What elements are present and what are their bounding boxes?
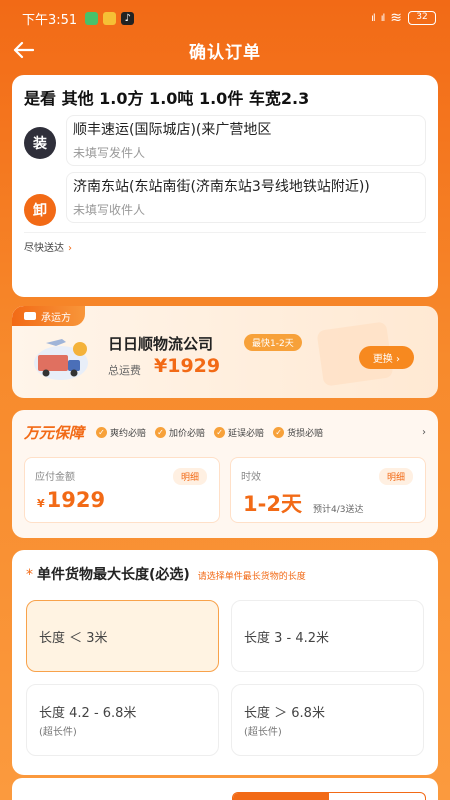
length-title-text: 单件货物最大长度(必选) (37, 567, 190, 583)
length-option-over-6.8m[interactable]: 长度 ＞ 6.8米 (超长件) (231, 684, 424, 756)
load-address: 顺丰速运(国际城店)(来广营地区 (73, 122, 272, 138)
fastest-badge: 最快1-2天 (244, 334, 302, 351)
timeliness-value: 1-2天 (243, 492, 302, 516)
load-row: 装 顺丰速运(国际城店)(来广营地区 未填写发件人 (24, 115, 426, 166)
tiktok-notification-icon: ♪ (121, 11, 135, 25)
stat-row: 应付金额 明细 ¥1929 时效 明细 1-2天 预计4/3送达 (24, 457, 426, 523)
chevron-right-icon: › (68, 243, 72, 254)
unload-badge: 卸 (24, 194, 56, 226)
guarantee-item: ✓ 货损必赔 (273, 426, 323, 439)
length-title: * 单件货物最大长度(必选) 请选择单件最长货物的长度 (26, 564, 424, 584)
length-card: * 单件货物最大长度(必选) 请选择单件最长货物的长度 长度 ＜ 3米 长度 3… (12, 550, 438, 775)
app-notification-icon (85, 11, 99, 25)
change-carrier-label: 更换 (372, 354, 393, 365)
check-icon: ✓ (96, 427, 108, 438)
guarantee-item: ✓ 爽约必赔 (96, 426, 146, 439)
timeliness-detail-button[interactable]: 明细 (378, 468, 413, 485)
load-badge: 装 (24, 127, 56, 159)
nav-bar: 确认订单 (0, 36, 450, 64)
chevron-right-icon: › (396, 354, 400, 365)
guarantee-title: 万元保障 (24, 424, 85, 442)
payable-value: ¥1929 (37, 488, 105, 512)
signal-icon-2: ıl (380, 12, 385, 24)
check-icon: ✓ (273, 427, 285, 438)
freight-label: 总运费 (108, 364, 141, 377)
payable-amount: 1929 (46, 488, 106, 512)
length-hint: 请选择单件最长货物的长度 (197, 572, 306, 582)
signal-icon: ıl (371, 12, 375, 24)
guarantee-header[interactable]: 万元保障 ✓ 爽约必赔 ✓ 加价必赔 ✓ 延误必赔 ✓ 货损必赔 › (24, 422, 426, 443)
carrier-name: 日日顺物流公司 (108, 335, 214, 353)
carrier-tag-label: 承运方 (41, 312, 71, 324)
bottom-segment-control[interactable] (232, 792, 426, 800)
delivery-time-selector[interactable]: 尽快送达 › (24, 232, 426, 254)
page-title: 确认订单 (189, 42, 261, 63)
length-option-4.2-6.8m[interactable]: 长度 4.2 - 6.8米 (超长件) (26, 684, 219, 756)
check-icon: ✓ (214, 427, 226, 438)
length-option-label: 长度 4.2 - 6.8米 (39, 706, 137, 721)
guarantee-item-label: 加价必赔 (169, 429, 206, 439)
unload-address-box[interactable]: 济南东站(东站南街(济南东站3号线地铁站附近)) 未填写收件人 (66, 172, 426, 223)
guarantee-item: ✓ 加价必赔 (155, 426, 205, 439)
status-bar: 下午3:51 ♪ ıl ıl ≋ 32 (0, 0, 450, 36)
length-option-label: 长度 ＜ 3米 (39, 630, 108, 646)
logistics-illustration-icon (34, 339, 88, 380)
length-option-sub: (超长件) (39, 727, 77, 738)
message-notification-icon (103, 11, 117, 25)
route-card: 是看 其他 1.0方 1.0吨 1.0件 车宽2.3 装 顺丰速运(国际城店)(… (12, 75, 438, 297)
back-arrow-svg (13, 41, 34, 59)
delivery-time-label: 尽快送达 (24, 243, 64, 254)
freight-value: ¥1929 (154, 355, 221, 377)
length-options: 长度 ＜ 3米 长度 3 - 4.2米 长度 4.2 - 6.8米 (超长件) … (26, 600, 424, 756)
payable-amount-box: 应付金额 明细 ¥1929 (24, 457, 220, 523)
guarantee-item: ✓ 延误必赔 (214, 426, 264, 439)
check-icon: ✓ (155, 427, 167, 438)
carrier-tag: 承运方 (12, 306, 85, 326)
truck-icon (24, 312, 36, 320)
length-option-sub: (超长件) (244, 727, 282, 738)
guarantee-card: 万元保障 ✓ 爽约必赔 ✓ 加价必赔 ✓ 延误必赔 ✓ 货损必赔 › 应付金额 明细 ¥… (12, 410, 438, 538)
unload-contact: 未填写收件人 (73, 203, 146, 217)
currency-symbol: ¥ (37, 497, 45, 510)
bottom-card (12, 778, 438, 800)
unload-row: 卸 济南东站(东站南街(济南东站3号线地铁站附近)) 未填写收件人 (24, 172, 426, 226)
guarantee-item-label: 延误必赔 (228, 429, 265, 439)
guarantee-item-label: 货损必赔 (287, 429, 324, 439)
length-option-under-3m[interactable]: 长度 ＜ 3米 (26, 600, 219, 672)
carrier-card: 承运方 日日顺物流公司 最快1-2天 总运费 ¥1929 更换 › (12, 306, 438, 398)
segment-right[interactable] (329, 793, 425, 800)
back-arrow-icon[interactable] (10, 36, 36, 64)
guarantee-item-label: 爽约必赔 (110, 429, 147, 439)
estimated-arrival: 预计4/3送达 (313, 505, 364, 515)
payable-detail-button[interactable]: 明细 (172, 468, 207, 485)
chevron-right-icon[interactable]: › (422, 427, 426, 438)
wifi-icon: ≋ (390, 10, 402, 26)
cargo-summary[interactable]: 是看 其他 1.0方 1.0吨 1.0件 车宽2.3 (24, 85, 426, 109)
load-contact: 未填写发件人 (73, 146, 146, 160)
battery-icon: 32 (408, 11, 436, 25)
required-mark: * (26, 567, 33, 583)
status-time: 下午3:51 (22, 12, 78, 28)
unload-address: 济南东站(东站南街(济南东站3号线地铁站附近)) (73, 179, 370, 195)
length-option-3-4.2m[interactable]: 长度 3 - 4.2米 (231, 600, 424, 672)
change-carrier-button[interactable]: 更换 › (358, 346, 414, 369)
load-address-box[interactable]: 顺丰速运(国际城店)(来广营地区 未填写发件人 (66, 115, 426, 166)
segment-left[interactable] (233, 793, 329, 800)
timeliness-label: 时效 (241, 472, 261, 483)
timeliness-box: 时效 明细 1-2天 预计4/3送达 (230, 457, 426, 523)
length-option-label: 长度 3 - 4.2米 (244, 630, 330, 646)
status-right: ıl ıl ≋ 32 (371, 10, 436, 26)
length-option-label: 长度 ＞ 6.8米 (244, 706, 325, 721)
payable-label: 应付金额 (35, 472, 75, 483)
